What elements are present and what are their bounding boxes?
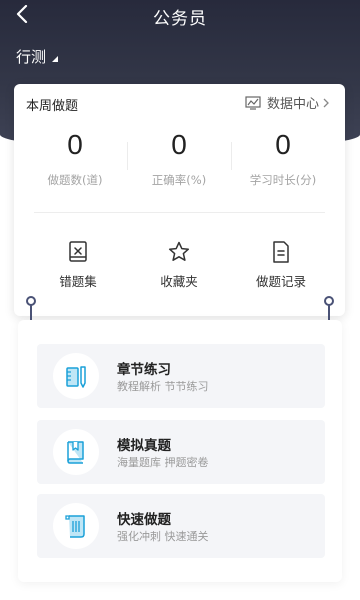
subject-selector[interactable]: 行测 (16, 46, 59, 67)
book-icon (67, 441, 84, 464)
stat-label: 正确率(%) (151, 173, 207, 187)
mode-title: 模拟真题 (117, 438, 171, 454)
chart-icon (245, 95, 261, 110)
data-center-link[interactable]: 数据中心 (245, 93, 335, 112)
weekly-stats-card: 本周做题 数据中心 0 做题数(道) 0 正确率(%) 0 学习时长(分) 错题… (14, 84, 345, 316)
tool-label: 做题记录 (255, 274, 306, 289)
mode-icon-wrapper (53, 353, 99, 399)
data-center-label: 数据中心 (266, 97, 319, 112)
page-title: 公务员 (153, 9, 207, 29)
card-title: 本周做题 (26, 99, 79, 114)
favorites-button[interactable]: 收藏夹 (134, 240, 224, 290)
stat-label: 学习时长(分) (249, 173, 317, 187)
scroll-icon (65, 515, 85, 538)
mode-icon-wrapper (53, 503, 99, 549)
mode-quick-practice[interactable]: 快速做题 强化冲刺 快速通关 (37, 494, 325, 558)
records-button[interactable]: 做题记录 (236, 240, 326, 290)
pencil-ruler-icon (66, 366, 86, 388)
mode-mock-exam[interactable]: 模拟真题 海量题库 押题密卷 (37, 420, 325, 484)
stat-value: 0 (171, 129, 187, 160)
navbar: 公务员 (0, 0, 360, 30)
tool-label: 错题集 (59, 274, 97, 289)
mode-icon-wrapper (53, 429, 99, 475)
stat-accuracy: 0 正确率(%) (124, 128, 234, 188)
stat-value: 0 (275, 129, 291, 160)
divider (34, 212, 325, 213)
stats-row: 0 做题数(道) 0 正确率(%) 0 学习时长(分) (14, 128, 345, 198)
chevron-right-icon (323, 98, 329, 107)
record-icon (273, 241, 289, 263)
caret-down-icon (52, 56, 59, 62)
mode-subtitle: 海量题库 押题密卷 (117, 456, 209, 469)
mode-title: 章节练习 (117, 362, 171, 378)
wrong-book-button[interactable]: 错题集 (33, 240, 123, 290)
star-icon (168, 241, 190, 261)
mode-subtitle: 强化冲刺 快速通关 (117, 530, 209, 543)
stat-question-count: 0 做题数(道) (20, 128, 130, 188)
stat-label: 做题数(道) (47, 173, 103, 187)
mode-title: 快速做题 (117, 512, 171, 528)
mode-chapter-practice[interactable]: 章节练习 教程解析 节节练习 (37, 344, 325, 408)
tool-label: 收藏夹 (160, 274, 198, 289)
subject-label: 行测 (16, 48, 47, 66)
mode-subtitle: 教程解析 节节练习 (117, 380, 209, 393)
wrong-book-icon (69, 241, 87, 262)
stat-value: 0 (67, 129, 83, 160)
tools-row: 错题集 收藏夹 做题记录 (14, 240, 345, 300)
stat-study-time: 0 学习时长(分) (228, 128, 338, 188)
